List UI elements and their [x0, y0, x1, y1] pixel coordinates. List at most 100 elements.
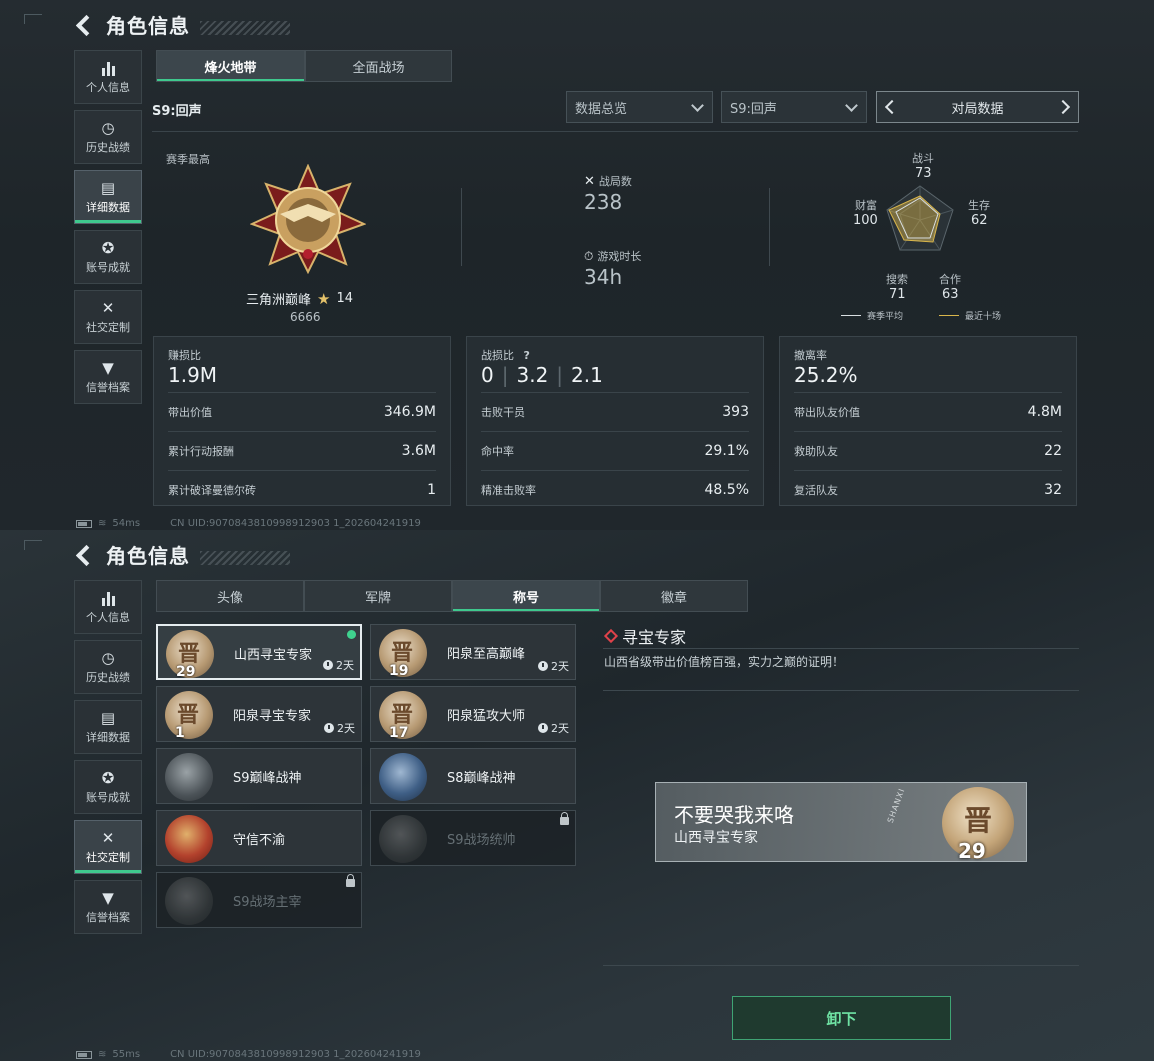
nav-item-label: 详细数据	[86, 200, 130, 214]
folder-icon: ▤	[100, 178, 116, 197]
stat-key: 命中率	[481, 444, 514, 458]
uid-text: CN UID:9070843810998912903 1_20260424191…	[170, 518, 421, 529]
tank-emblem-icon	[379, 815, 427, 863]
tab-dogtag[interactable]: 军牌	[304, 580, 452, 612]
nav-item-details[interactable]: ▤ 详细数据	[74, 700, 142, 754]
radar-value-wealth: 100	[853, 213, 878, 228]
nav-item-social[interactable]: ✕ 社交定制	[74, 820, 142, 874]
lock-icon	[560, 812, 569, 825]
side-nav: 个人信息 ◷ 历史战绩 ▤ 详细数据 ✪ 账号成就 ✕ 社交定制 ▼ 信誉档案	[74, 50, 142, 410]
stat-key: 累计行动报酬	[168, 444, 234, 458]
title-detail-header: 寻宝专家	[603, 624, 686, 648]
nav-item-label: 信誉档案	[86, 910, 130, 924]
title-card[interactable]: S9巅峰战神	[156, 748, 362, 804]
frame-corner	[24, 540, 42, 550]
chevron-left-icon[interactable]	[884, 99, 900, 115]
title-card[interactable]: 晋 19 阳泉至高巅峰 2天	[370, 624, 576, 680]
title-card-locked[interactable]: S9战场主宰	[156, 872, 362, 928]
chevron-right-icon[interactable]	[1055, 99, 1071, 115]
card-value: 1.9M	[168, 363, 218, 387]
tab-warzone[interactable]: 烽火地带	[156, 50, 305, 82]
stat-row: 精准击败率 48.5%	[481, 470, 749, 508]
title-card[interactable]: 晋1 阳泉寻宝专家 2天	[156, 686, 362, 742]
clock-icon: ◷	[101, 118, 115, 137]
stat-row: 带出队友价值 4.8M	[794, 392, 1062, 430]
ping-value: 55ms	[112, 1049, 141, 1060]
stat-value: 48.5%	[704, 481, 749, 498]
playtime-stat: ⏱ 游戏时长	[584, 248, 641, 264]
season-best-label: 赛季最高	[166, 153, 210, 166]
back-arrow-icon[interactable]	[74, 14, 96, 36]
nav-item-reputation[interactable]: ▼ 信誉档案	[74, 350, 142, 404]
radar-label-wealth: 财富	[855, 199, 877, 212]
chevron-down-icon	[691, 98, 704, 112]
legend-swatch-recent	[939, 315, 960, 316]
wifi-icon: ≋	[98, 1049, 107, 1060]
nav-item-achievements[interactable]: ✪ 账号成就	[74, 230, 142, 284]
nameplate-char: 晋	[964, 804, 993, 837]
striped-emblem-icon	[379, 753, 427, 801]
explosion-emblem-icon	[165, 877, 213, 925]
overview-dropdown[interactable]: 数据总览	[566, 91, 713, 123]
kd-card: 战损比 ? 0 | 3.2 | 2.1 击败干员 393 命中率 29.1% 精准击败率…	[466, 336, 764, 506]
expiry: 2天	[538, 658, 569, 674]
nav-item-reputation[interactable]: ▼ 信誉档案	[74, 880, 142, 934]
diamond-icon	[603, 628, 619, 644]
title-name: S9战场统帅	[447, 833, 516, 848]
mode-tabs: 烽火地带 全面战场	[156, 50, 452, 82]
badge-icon: ▼	[102, 358, 114, 377]
title-card[interactable]: S8巅峰战神	[370, 748, 576, 804]
nav-item-profile[interactable]: 个人信息	[74, 580, 142, 634]
stat-value: 393	[722, 403, 749, 420]
title-card[interactable]: 晋 17 阳泉猛攻大师 2天	[370, 686, 576, 742]
nav-item-label: 信誉档案	[86, 380, 130, 394]
trophy-icon: ✪	[101, 768, 115, 787]
equipped-indicator-icon	[347, 630, 356, 639]
title-card-locked[interactable]: S9战场统帅	[370, 810, 576, 866]
legend-average-label: 赛季平均	[867, 312, 904, 322]
expiry: 2天	[538, 720, 569, 736]
tab-title[interactable]: 称号	[452, 580, 600, 612]
nav-item-details[interactable]: ▤ 详细数据	[74, 170, 142, 224]
back-arrow-icon[interactable]	[74, 544, 96, 566]
scales-emblem-icon	[165, 815, 213, 863]
extract-card: 撤离率 25.2% 带出队友价值 4.8M 救助队友 22 复活队友 32	[779, 336, 1077, 506]
kd-part: 2.1	[571, 363, 603, 387]
unequip-button[interactable]: 卸下	[732, 996, 951, 1040]
emblem-rank: 19	[389, 663, 409, 679]
status-bar: ≋ 55ms CN UID:9070843810998912903 1_2026…	[76, 1049, 421, 1060]
stat-value: 3.6M	[401, 442, 436, 459]
expiry-value: 2天	[551, 722, 569, 735]
side-nav: 个人信息 ◷ 历史战绩 ▤ 详细数据 ✪ 账号成就 ✕ 社交定制 ▼ 信誉档案	[74, 580, 142, 940]
bar-chart-icon	[99, 60, 117, 76]
battery-icon	[76, 519, 92, 528]
tools-icon: ✕	[101, 298, 115, 317]
stopwatch-icon: ⏱	[584, 248, 594, 263]
nav-item-social[interactable]: ✕ 社交定制	[74, 290, 142, 344]
radar-value-combat: 73	[915, 166, 932, 181]
tab-badge[interactable]: 徽章	[600, 580, 748, 612]
title-name: 阳泉至高巅峰	[447, 647, 526, 662]
nav-item-history[interactable]: ◷ 历史战绩	[74, 640, 142, 694]
nav-item-achievements[interactable]: ✪ 账号成就	[74, 760, 142, 814]
customize-tabs: 头像 军牌 称号 徽章	[156, 580, 748, 612]
stat-row: 累计行动报酬 3.6M	[168, 431, 436, 469]
nav-item-profile[interactable]: 个人信息	[74, 50, 142, 104]
title-card[interactable]: 晋 29 山西寻宝专家 2天	[156, 624, 362, 680]
help-icon[interactable]: ?	[524, 349, 530, 362]
pager-label: 对局数据	[951, 101, 1004, 117]
stat-key: 击败干员	[481, 405, 525, 419]
nameplate-stamp: SHANXI	[885, 786, 907, 825]
kd-separator: |	[556, 363, 564, 387]
tab-battlefield[interactable]: 全面战场	[305, 50, 452, 82]
title-card[interactable]: 守信不渝	[156, 810, 362, 866]
nav-item-label: 账号成就	[86, 790, 130, 804]
expiry: 2天	[323, 657, 354, 673]
season-dropdown[interactable]: S9:回声	[721, 91, 867, 123]
radar-value-search: 71	[889, 287, 906, 302]
rank-name: 三角洲巅峰	[246, 293, 312, 308]
nav-item-history[interactable]: ◷ 历史战绩	[74, 110, 142, 164]
tab-avatar[interactable]: 头像	[156, 580, 304, 612]
nav-item-label: 社交定制	[86, 320, 130, 334]
stat-value: 29.1%	[704, 442, 749, 459]
